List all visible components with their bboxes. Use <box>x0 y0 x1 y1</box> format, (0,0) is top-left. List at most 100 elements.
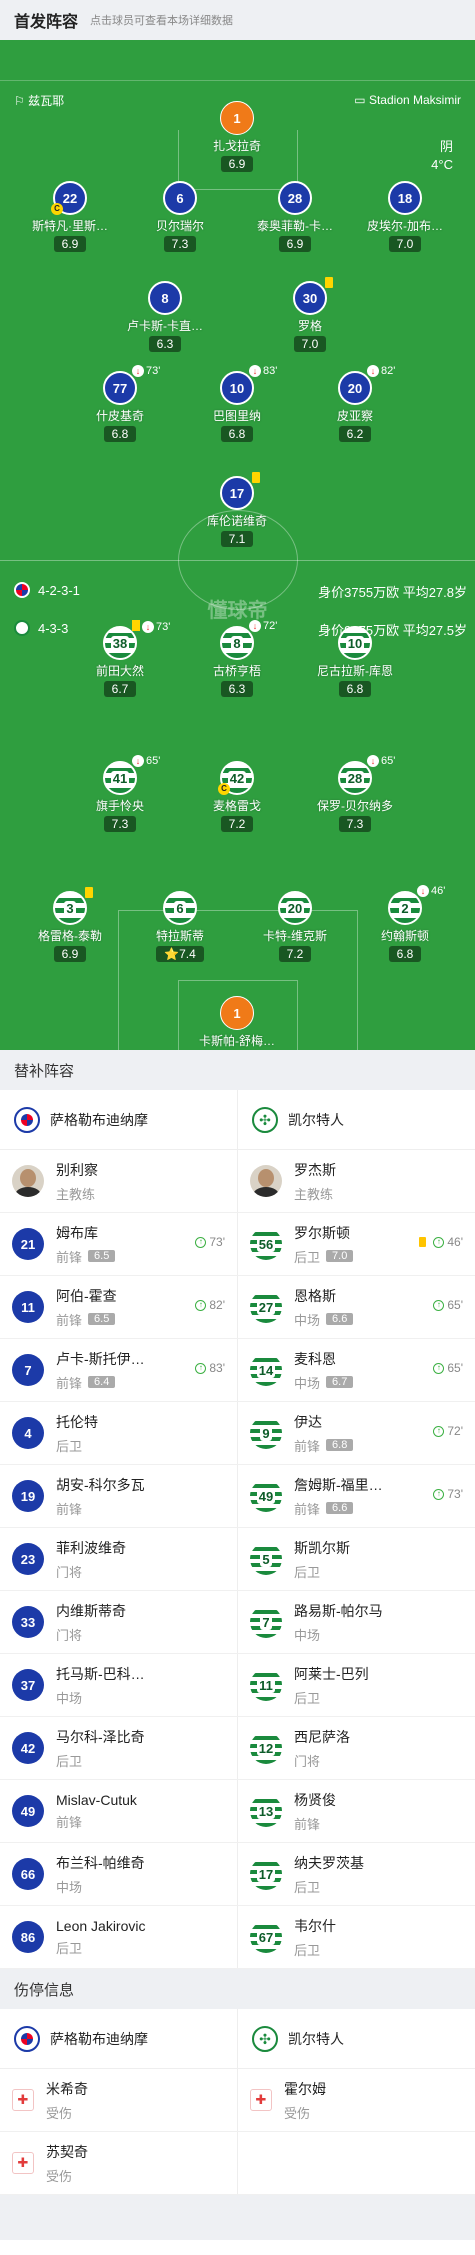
player-position: 门将 <box>294 1753 321 1769</box>
pitch-player[interactable]: 17 库伦诺维奇 7.1 <box>182 472 292 548</box>
empty-cell <box>238 2132 475 2194</box>
sub-player[interactable]: 17 纳夫罗茨基 后卫 <box>238 1843 475 1905</box>
player-position: 中场 <box>56 1690 83 1706</box>
pitch-player[interactable]: 6 特拉斯蒂 ⭐7.4 <box>125 891 235 963</box>
sub-player[interactable]: 67 韦尔什 后卫 <box>238 1906 475 1968</box>
player-name: 巴图里纳 <box>212 409 261 423</box>
sub-player[interactable]: 11 阿莱士-巴列 后卫 <box>238 1654 475 1716</box>
injured-player[interactable]: 苏契奇受伤 <box>0 2132 238 2194</box>
pitch-player[interactable]: 28 泰奥菲勒-卡… 6.9 <box>240 181 350 253</box>
player-rating: 7.3 <box>338 816 372 832</box>
injury-status: 受伤 <box>284 2105 311 2121</box>
sub-player[interactable]: 13 杨贤俊 前锋 <box>238 1780 475 1842</box>
sub-player[interactable]: 23 菲利波维奇 门将 <box>0 1528 238 1590</box>
sub-player[interactable]: 49 Mislav-Cutuk 前锋 <box>0 1780 238 1842</box>
pitch-player[interactable]: 3 格雷格-泰勒 6.9 <box>15 887 125 963</box>
player-number: 8 <box>148 281 182 315</box>
sub-row: 66 布兰科-帕维奇 中场 17 纳夫罗茨基 后卫 <box>0 1843 475 1906</box>
pitch-player[interactable]: 38 ↓ 73' 前田大然 6.7 <box>65 620 175 698</box>
player-number: 49 <box>12 1795 44 1827</box>
sub-out-icon: ↓ <box>142 621 154 633</box>
pitch-player[interactable]: 2 ↓ 46' 约翰斯顿 6.8 <box>350 885 460 963</box>
sub-player[interactable]: 33 内维斯蒂奇 门将 <box>0 1591 238 1653</box>
away-coach[interactable]: 罗杰斯 主教练 <box>238 1150 475 1212</box>
player-name: 前田大然 <box>95 664 144 678</box>
player-number: 66 <box>12 1858 44 1890</box>
injured-player[interactable]: 霍尔姆受伤 <box>238 2069 475 2131</box>
away-team[interactable]: 凯尔特人 <box>238 2009 475 2068</box>
sub-player[interactable]: 42 马尔科-泽比奇 后卫 <box>0 1717 238 1779</box>
player-position: 后卫 <box>294 1249 321 1265</box>
pitch-player[interactable]: 1 扎戈拉奇 6.9 <box>182 101 292 173</box>
pitch-player[interactable]: 41 ↓ 65' 旗手怜央 7.3 <box>65 755 175 833</box>
sub-player[interactable]: 56 罗尔斯顿 后卫 7.0 ↑ 46' <box>238 1213 475 1275</box>
home-team[interactable]: 萨格勒布迪纳摩 <box>0 2009 238 2068</box>
player-name: Leon Jakirovic <box>56 1917 146 1934</box>
sub-player[interactable]: 7 卢卡-斯托伊… 前锋 6.4 ↑ 83' <box>0 1339 238 1401</box>
sub-player[interactable]: 7 路易斯-帕尔马 中场 <box>238 1591 475 1653</box>
sub-player[interactable]: 37 托马斯-巴科… 中场 <box>0 1654 238 1716</box>
pitch-player[interactable]: 20 ↓ 82' 皮亚察 6.2 <box>300 365 410 443</box>
sub-player[interactable]: 27 恩格斯 中场 6.6 ↑ 65' <box>238 1276 475 1338</box>
pitch-player[interactable]: 6 贝尔瑞尔 7.3 <box>125 181 235 253</box>
sub-player[interactable]: 86 Leon Jakirovic 后卫 <box>0 1906 238 1968</box>
player-name: 贝尔瑞尔 <box>155 219 204 233</box>
sub-on-marker: ↑ 83' <box>195 1361 225 1375</box>
pitch-player[interactable]: 10 尼古拉斯-库恩 6.8 <box>300 626 410 698</box>
player-number: 17 <box>250 1858 282 1890</box>
sub-player[interactable]: 66 布兰科-帕维奇 中场 <box>0 1843 238 1905</box>
player-name: 古桥亨梧 <box>212 664 261 678</box>
sub-out-icon: ↓ <box>417 885 429 897</box>
player-name: 米希奇 <box>46 2080 88 2097</box>
sub-off-marker: ↓ 73' <box>132 620 170 633</box>
sub-on-marker: ↑ 73' <box>433 1487 463 1501</box>
player-rating: 6.7 <box>326 1376 354 1388</box>
sub-in-icon: ↑ <box>433 1425 445 1437</box>
player-rating: 7.0 <box>326 1250 354 1262</box>
pitch-player[interactable]: 30 罗格 7.0 <box>255 277 365 353</box>
sub-in-icon: ↑ <box>195 1299 207 1311</box>
pitch-player[interactable]: 18 皮埃尔-加布… 7.0 <box>350 181 460 253</box>
sub-player[interactable]: 4 托伦特 后卫 <box>0 1402 238 1464</box>
sub-player[interactable]: 12 西尼萨洛 门将 <box>238 1717 475 1779</box>
pitch-player[interactable]: 10 ↓ 83' 巴图里纳 6.8 <box>182 365 292 443</box>
player-name: 卡斯帕-舒梅… <box>199 1034 275 1048</box>
sub-player[interactable]: 21 姆布库 前锋 6.5 ↑ 73' <box>0 1213 238 1275</box>
player-rating: 6.8 <box>220 426 254 442</box>
stadium: ▭ Stadion Maksimir <box>354 93 461 107</box>
player-number: 4 <box>12 1417 44 1449</box>
pitch-player[interactable]: 20 卡特-维克斯 7.2 <box>240 891 350 963</box>
sub-off-marker: ↓ 72' <box>249 620 277 632</box>
star-icon: ⭐ <box>164 947 180 961</box>
injury-icon <box>12 2152 34 2174</box>
pitch-player[interactable]: 22 C 斯特凡·里斯… 6.9 <box>15 181 125 253</box>
pitch-player[interactable]: 28 ↓ 65' 保罗-贝尔纳多 7.3 <box>300 755 410 833</box>
sub-player[interactable]: 11 阿伯-霍查 前锋 6.5 ↑ 82' <box>0 1276 238 1338</box>
player-position: 前锋 <box>56 1249 83 1265</box>
pitch-player[interactable]: 1卡斯帕-舒梅…7.0 <box>182 996 292 1050</box>
player-name: 扎戈拉奇 <box>212 139 261 153</box>
player-number: 37 <box>12 1669 44 1701</box>
home-coach[interactable]: 别利察 主教练 <box>0 1150 238 1212</box>
away-team[interactable]: 凯尔特人 <box>238 1090 475 1149</box>
sub-player[interactable]: 9 伊达 前锋 6.8 ↑ 72' <box>238 1402 475 1464</box>
sub-player[interactable]: 5 斯凯尔斯 后卫 <box>238 1528 475 1590</box>
player-number: 28 <box>278 181 312 215</box>
pitch-player[interactable]: 77 ↓ 73' 什皮基奇 6.8 <box>65 365 175 443</box>
pitch-player[interactable]: 42 C 麦格雷戈 7.2 <box>182 761 292 833</box>
away-formation: 4-3-3 <box>14 620 68 636</box>
pitch-player[interactable]: 8 ↓ 72' 古桥亨梧 6.3 <box>182 620 292 698</box>
player-position: 前锋 <box>56 1501 83 1517</box>
sub-player[interactable]: 14 麦科恩 中场 6.7 ↑ 65' <box>238 1339 475 1401</box>
sub-player[interactable]: 49 詹姆斯-福里… 前锋 6.6 ↑ 73' <box>238 1465 475 1527</box>
player-rating: 6.5 <box>88 1250 116 1262</box>
injured-player[interactable]: 米希奇受伤 <box>0 2069 238 2131</box>
home-team[interactable]: 萨格勒布迪纳摩 <box>0 1090 238 1149</box>
pitch-player[interactable]: 8 卢卡斯-卡直… 6.3 <box>110 281 220 353</box>
player-name: 托伦特 <box>56 1413 98 1430</box>
player-position: 中场 <box>56 1879 83 1895</box>
player-rating: 6.9 <box>278 236 312 252</box>
player-name: 斯凯尔斯 <box>294 1539 350 1556</box>
sub-player[interactable]: 19 胡安-科尔多瓦 前锋 <box>0 1465 238 1527</box>
sub-in-icon: ↑ <box>433 1488 445 1500</box>
